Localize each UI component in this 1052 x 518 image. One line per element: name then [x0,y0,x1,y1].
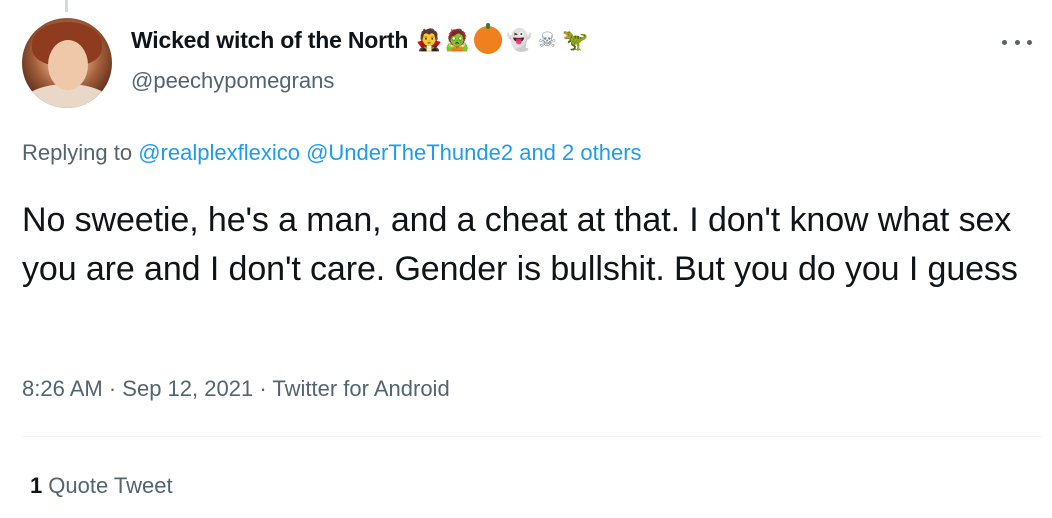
jack-o-lantern-icon [474,23,503,54]
meta-separator: · [259,376,267,401]
tweet-date[interactable]: Sep 12, 2021 [122,376,253,401]
avatar-face [48,40,88,90]
reply-mention-link[interactable]: @UnderTheThunde2 [306,140,513,165]
replying-to-line: Replying to @realplexflexico @UnderTheTh… [22,140,642,166]
more-dot [1027,39,1032,45]
tweet-header: Wicked witch of the North 🧛 🧟 👻 ☠ 🦖 @pee… [22,18,1032,108]
more-options-icon[interactable] [1002,36,1032,48]
replying-prefix: Replying to [22,140,133,165]
name-emojis: 🧛 🧟 👻 ☠ 🦖 [416,23,589,54]
zombie-woman-icon: 🧟 [444,28,471,52]
skull-crossbones-icon: ☠ [537,28,557,52]
vampire-woman-icon: 🧛 [416,28,443,52]
tweet-text: No sweetie, he's a man, and a cheat at t… [22,201,1018,288]
meta-separator: · [108,376,117,401]
quote-label: Quote Tweet [48,473,173,498]
user-handle[interactable]: @peechypomegrans [131,68,334,94]
avatar[interactable] [22,18,112,108]
reply-others-link[interactable]: and 2 others [519,140,641,165]
tweet-time[interactable]: 8:26 AM [22,376,103,401]
reply-mention-link[interactable]: @realplexflexico [138,140,300,165]
tweet-meta: 8:26 AM · Sep 12, 2021 · Twitter for And… [22,376,450,402]
tweet-source: Twitter for Android [272,376,450,401]
more-dot [1002,39,1007,45]
name-row: Wicked witch of the North 🧛 🧟 👻 ☠ 🦖 [131,23,589,54]
more-dot [1014,39,1020,45]
quote-count: 1 [30,473,43,498]
quote-tweets-link[interactable]: 1 Quote Tweet [30,473,173,499]
ghost-icon: 👻 [506,28,533,52]
divider [22,436,1042,437]
thread-connector-line [65,0,68,12]
display-name[interactable]: Wicked witch of the North [131,27,408,54]
t-rex-icon: 🦖 [562,28,589,52]
